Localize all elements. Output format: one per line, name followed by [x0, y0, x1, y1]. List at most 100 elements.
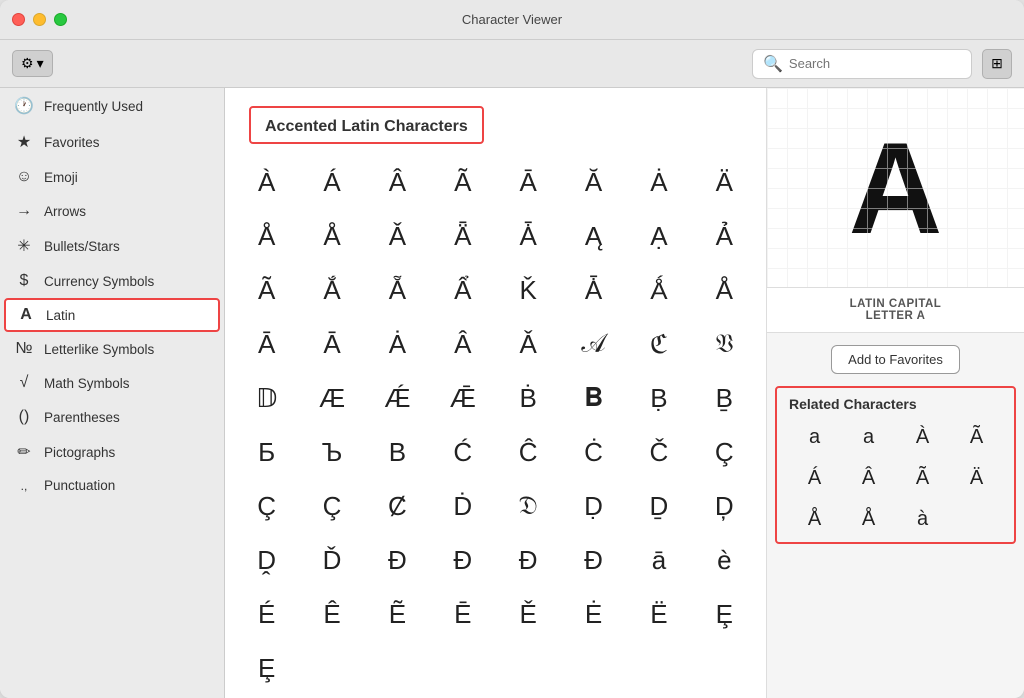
sidebar-item-arrows[interactable]: → Arrows [0, 194, 224, 228]
character-cell[interactable]: Ǩ [497, 264, 560, 316]
character-cell[interactable]: Ả [693, 210, 756, 262]
character-cell[interactable]: Ȼ [366, 480, 429, 532]
sidebar-item-parentheses[interactable]: () Parentheses [0, 400, 224, 434]
minimize-button[interactable] [33, 13, 46, 26]
sidebar-item-punctuation[interactable]: ., Punctuation [0, 470, 224, 501]
character-cell[interactable]: 𝔇 [497, 480, 560, 532]
character-cell[interactable]: Ä [693, 156, 756, 208]
character-cell[interactable]: Ç [300, 480, 363, 532]
related-character-cell[interactable]: Å [789, 500, 840, 538]
character-cell[interactable]: Ǽ [366, 372, 429, 424]
sidebar-item-bullets-stars[interactable]: ✳ Bullets/Stars [0, 228, 224, 264]
character-cell[interactable]: 𝐁 [562, 372, 625, 424]
character-cell[interactable]: À [235, 156, 298, 208]
character-cell[interactable]: Ḃ [497, 372, 560, 424]
related-character-cell[interactable]: a [789, 418, 840, 456]
sidebar-item-math-symbols[interactable]: √ Math Symbols [0, 366, 224, 400]
sidebar-item-letterlike-symbols[interactable]: № Letterlike Symbols [0, 332, 224, 366]
add-to-favorites-button[interactable]: Add to Favorites [831, 345, 960, 374]
character-cell[interactable]: Ã [431, 156, 494, 208]
search-input[interactable] [789, 56, 949, 71]
character-cell[interactable]: Ḇ [693, 372, 756, 424]
related-character-cell[interactable]: Ã [951, 418, 1002, 456]
character-cell[interactable]: Ḋ [431, 480, 494, 532]
related-character-cell[interactable]: a [843, 418, 894, 456]
related-character-cell[interactable]: Á [789, 459, 840, 497]
character-cell[interactable]: Ě [497, 588, 560, 640]
character-cell[interactable]: Ǡ [562, 264, 625, 316]
character-cell[interactable]: 𝔻 [235, 372, 298, 424]
character-cell[interactable]: Ǣ [431, 372, 494, 424]
related-character-cell[interactable]: Ã [897, 459, 948, 497]
character-cell[interactable]: Ẽ [366, 588, 429, 640]
related-character-cell[interactable]: Â [843, 459, 894, 497]
character-cell[interactable]: Ð [497, 534, 560, 586]
character-cell[interactable]: Č [627, 426, 690, 478]
character-cell[interactable]: ā [627, 534, 690, 586]
related-character-cell[interactable]: À [897, 418, 948, 456]
character-cell[interactable]: Ǎ [366, 210, 429, 262]
character-cell[interactable]: Ė [562, 588, 625, 640]
character-cell[interactable]: 𝔙 [693, 318, 756, 370]
character-cell[interactable]: Ĉ [497, 426, 560, 478]
character-cell[interactable]: Á [300, 156, 363, 208]
character-cell[interactable]: Å [693, 264, 756, 316]
character-cell[interactable]: Æ [300, 372, 363, 424]
character-cell[interactable]: è [693, 534, 756, 586]
character-cell[interactable]: Ḏ [627, 480, 690, 532]
character-cell[interactable]: Ê [300, 588, 363, 640]
related-character-cell[interactable]: à [897, 500, 948, 538]
grid-view-button[interactable]: ⊞ [982, 49, 1012, 79]
character-cell[interactable]: Б [235, 426, 298, 478]
character-cell[interactable]: Ċ [562, 426, 625, 478]
character-cell[interactable]: Ȩ [235, 642, 298, 694]
sidebar-item-latin[interactable]: A Latin [4, 298, 220, 332]
character-cell[interactable]: В [366, 426, 429, 478]
sidebar-item-favorites[interactable]: ★ Favorites [0, 124, 224, 160]
character-cell[interactable]: Â [366, 156, 429, 208]
close-button[interactable] [12, 13, 25, 26]
character-cell[interactable]: 𝒜 [562, 318, 625, 370]
character-cell[interactable]: Ď [300, 534, 363, 586]
character-cell[interactable]: Ẩ [431, 264, 494, 316]
character-cell[interactable]: Ã [235, 264, 298, 316]
sidebar-item-currency-symbols[interactable]: $ Currency Symbols [0, 264, 224, 298]
character-cell[interactable]: Ḅ [627, 372, 690, 424]
character-cell[interactable]: Ą [562, 210, 625, 262]
gear-button[interactable]: ⚙ ▾ [12, 50, 53, 77]
character-cell[interactable]: Ъ [300, 426, 363, 478]
character-cell[interactable]: Ă [562, 156, 625, 208]
character-cell[interactable]: Ȧ [366, 318, 429, 370]
character-cell[interactable]: Ẵ [366, 264, 429, 316]
maximize-button[interactable] [54, 13, 67, 26]
character-cell[interactable]: Ā [235, 318, 298, 370]
character-cell[interactable]: Ā [497, 156, 560, 208]
character-cell[interactable]: Ḓ [235, 534, 298, 586]
character-cell[interactable]: Å [235, 210, 298, 262]
character-cell[interactable]: Ɖ [431, 534, 494, 586]
character-cell[interactable]: Ȧ [627, 156, 690, 208]
character-cell[interactable]: Å [300, 210, 363, 262]
sidebar-item-frequently-used[interactable]: 🕐 Frequently Used [0, 88, 224, 124]
character-cell[interactable]: Ð [562, 534, 625, 586]
related-character-cell[interactable]: Å [843, 500, 894, 538]
character-cell[interactable]: É [235, 588, 298, 640]
character-cell[interactable]: Ắ [300, 264, 363, 316]
character-cell[interactable]: Ë [627, 588, 690, 640]
character-cell[interactable]: Ē [431, 588, 494, 640]
related-character-cell[interactable]: Ä [951, 459, 1002, 497]
character-cell[interactable]: Ǻ [627, 264, 690, 316]
character-cell[interactable]: Ǡ [497, 210, 560, 262]
character-cell[interactable]: Ć [431, 426, 494, 478]
character-cell[interactable]: Ḑ [693, 480, 756, 532]
character-cell[interactable]: Ǟ [431, 210, 494, 262]
character-cell[interactable]: Ȩ [693, 588, 756, 640]
character-cell[interactable]: ℭ [627, 318, 690, 370]
character-cell[interactable]: Ç [235, 480, 298, 532]
sidebar-item-emoji[interactable]: ☺ Emoji [0, 160, 224, 194]
sidebar-item-pictographs[interactable]: ✏ Pictographs [0, 434, 224, 470]
character-cell[interactable]: Ḍ [562, 480, 625, 532]
character-cell[interactable]: Ā [300, 318, 363, 370]
character-cell[interactable]: Ç [693, 426, 756, 478]
character-cell[interactable]: Đ [366, 534, 429, 586]
